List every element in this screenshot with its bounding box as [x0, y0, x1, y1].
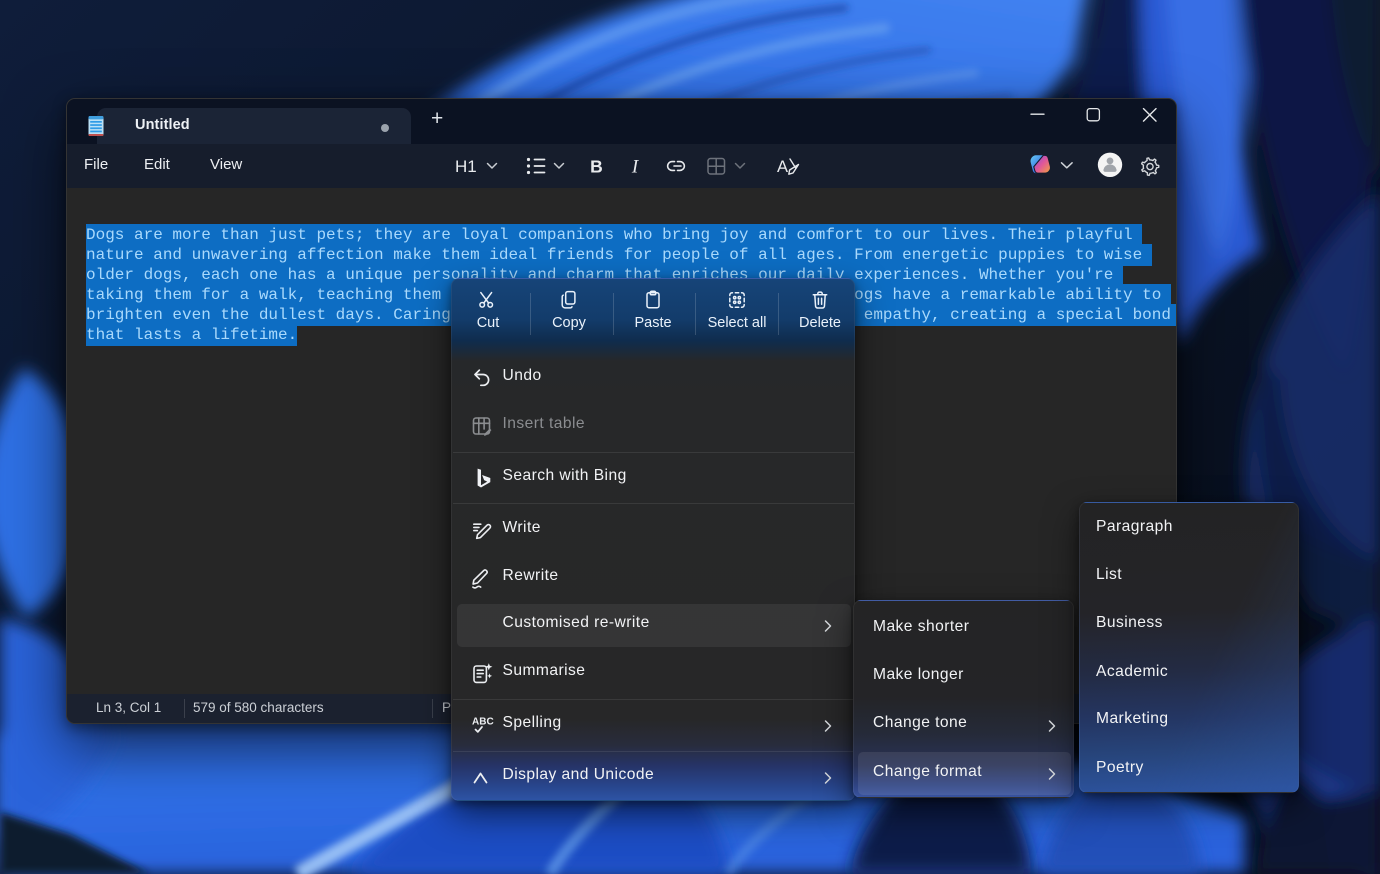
svg-text:ABC: ABC	[472, 716, 494, 727]
svg-text:B: B	[590, 156, 603, 176]
svg-text:A: A	[777, 158, 788, 176]
svg-text:H1: H1	[455, 157, 477, 176]
svg-text:I: I	[631, 156, 640, 177]
